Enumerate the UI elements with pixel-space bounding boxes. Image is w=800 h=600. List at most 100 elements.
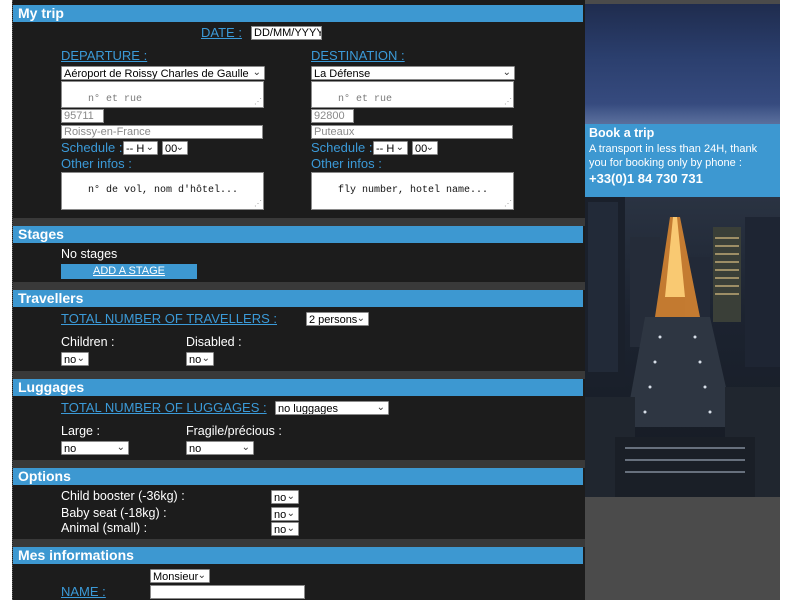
option-animal-label: Animal (small) : xyxy=(61,521,148,535)
destination-city-input[interactable]: Puteaux xyxy=(311,125,513,139)
section-separator xyxy=(13,371,585,379)
city-skyline-image xyxy=(585,4,780,124)
name-input[interactable] xyxy=(150,585,305,599)
disabled-select[interactable]: no ⌄ xyxy=(186,352,214,366)
option-child-booster-select[interactable]: no ⌄ xyxy=(271,490,299,504)
civility-select[interactable]: Monsieur ⌄ xyxy=(150,569,210,583)
date-input[interactable]: DD/MM/YYYY xyxy=(251,26,322,40)
fragile-value: no xyxy=(189,443,202,455)
large-label: Large : xyxy=(61,424,100,438)
destination-zip-input[interactable]: 92800 xyxy=(311,109,354,123)
option-child-booster-value: no xyxy=(274,492,287,504)
section-separator xyxy=(13,218,585,226)
no-stages-text: No stages xyxy=(61,247,118,261)
section-separator xyxy=(13,539,585,547)
departure-location-select[interactable]: Aéroport de Roissy Charles de Gaulle ⌄ xyxy=(61,66,265,80)
chevron-down-icon: ⌄ xyxy=(145,142,154,153)
chevron-down-icon: ⌄ xyxy=(356,313,365,324)
departure-schedule-label: Schedule : xyxy=(61,140,123,155)
chevron-down-icon: ⌄ xyxy=(197,570,206,581)
resize-grip-icon[interactable]: ⋰ xyxy=(504,201,512,209)
option-animal-value: no xyxy=(274,524,287,536)
option-baby-seat-select[interactable]: no ⌄ xyxy=(271,507,299,521)
section-header-my-information: Mes informations xyxy=(13,547,583,564)
departure-hour-select[interactable]: -- H ⌄ xyxy=(123,141,158,155)
resize-grip-icon[interactable]: ⋰ xyxy=(254,99,262,107)
destination-other-input[interactable]: fly number, hotel name... ⋰ xyxy=(311,172,514,210)
departure-other-placeholder: n° de vol, nom d'hôtel... xyxy=(88,185,239,196)
section-separator xyxy=(13,282,585,290)
disabled-label: Disabled : xyxy=(186,335,242,349)
destination-address-input[interactable]: n° et rue ⋰ xyxy=(311,81,514,108)
destination-other-placeholder: fly number, hotel name... xyxy=(338,185,489,196)
destination-minute-select[interactable]: 00 ⌄ xyxy=(412,141,438,155)
chevron-down-icon: ⌄ xyxy=(201,353,210,364)
sidebar-footer xyxy=(585,497,780,600)
chevron-down-icon: ⌄ xyxy=(502,67,511,78)
destination-hour-value: -- H xyxy=(376,143,395,155)
chevron-down-icon: ⌄ xyxy=(241,442,250,453)
destination-label[interactable]: DESTINATION : xyxy=(311,48,405,63)
booking-form: My trip DATE : DD/MM/YYYY DEPARTURE : DE… xyxy=(12,0,585,600)
destination-address-placeholder: n° et rue xyxy=(338,94,393,105)
large-select[interactable]: no ⌄ xyxy=(61,441,129,455)
total-luggages-label[interactable]: TOTAL NUMBER OF LUGGAGES : xyxy=(61,400,267,415)
destination-other-label: Other infos : xyxy=(311,156,382,171)
option-baby-seat-label: Baby seat (-18kg) : xyxy=(61,506,167,520)
departure-city-input[interactable]: Roissy-en-France xyxy=(61,125,263,139)
destination-schedule-label: Schedule : xyxy=(311,140,373,155)
destination-hour-select[interactable]: -- H ⌄ xyxy=(373,141,408,155)
section-header-luggages: Luggages xyxy=(13,379,583,396)
chevron-down-icon: ⌄ xyxy=(286,491,295,502)
disabled-value: no xyxy=(189,354,202,366)
total-luggages-select[interactable]: no luggages ⌄ xyxy=(275,401,389,415)
departure-location-value: Aéroport de Roissy Charles de Gaulle xyxy=(64,68,249,80)
city-night-illustration xyxy=(585,197,780,497)
departure-other-label: Other infos : xyxy=(61,156,132,171)
chevron-down-icon: ⌄ xyxy=(425,142,434,153)
destination-location-value: La Défense xyxy=(314,68,371,80)
departure-hour-value: -- H xyxy=(126,143,145,155)
section-header-stages: Stages xyxy=(13,226,583,243)
option-child-booster-label: Child booster (-36kg) : xyxy=(61,489,185,503)
chevron-down-icon: ⌄ xyxy=(395,142,404,153)
section-separator xyxy=(13,460,585,468)
section-header-options: Options xyxy=(13,468,583,485)
departure-address-input[interactable]: n° et rue ⋰ xyxy=(61,81,264,108)
total-luggages-value: no luggages xyxy=(278,403,338,415)
chevron-down-icon: ⌄ xyxy=(175,142,184,153)
name-label[interactable]: NAME : xyxy=(61,584,106,599)
resize-grip-icon[interactable]: ⋰ xyxy=(504,99,512,107)
date-label[interactable]: DATE : xyxy=(201,25,242,40)
chevron-down-icon: ⌄ xyxy=(116,442,125,453)
option-animal-select[interactable]: no ⌄ xyxy=(271,522,299,536)
children-label: Children : xyxy=(61,335,115,349)
total-travellers-select[interactable]: 2 persons ⌄ xyxy=(306,312,369,326)
chevron-down-icon: ⌄ xyxy=(252,67,261,78)
departure-address-placeholder: n° et rue xyxy=(88,94,143,105)
children-select[interactable]: no ⌄ xyxy=(61,352,89,366)
chevron-down-icon: ⌄ xyxy=(286,523,295,534)
book-text: A transport in less than 24H, thank you … xyxy=(589,143,758,169)
chevron-down-icon: ⌄ xyxy=(76,353,85,364)
add-stage-button[interactable]: ADD A STAGE xyxy=(61,264,197,279)
book-a-trip-panel: Book a trip A transport in less than 24H… xyxy=(585,124,780,197)
departure-label[interactable]: DEPARTURE : xyxy=(61,48,147,63)
fragile-label: Fragile/précious : xyxy=(186,424,282,438)
chevron-down-icon: ⌄ xyxy=(376,402,385,413)
departure-zip-input[interactable]: 95711 xyxy=(61,109,104,123)
children-value: no xyxy=(64,354,77,366)
total-travellers-label[interactable]: TOTAL NUMBER OF TRAVELLERS : xyxy=(61,311,277,326)
resize-grip-icon[interactable]: ⋰ xyxy=(254,201,262,209)
departure-minute-select[interactable]: 00 ⌄ xyxy=(162,141,188,155)
section-header-travellers: Travellers xyxy=(13,290,583,307)
book-title: Book a trip xyxy=(589,126,655,140)
chevron-down-icon: ⌄ xyxy=(286,508,295,519)
civility-value: Monsieur xyxy=(153,571,199,583)
fragile-select[interactable]: no ⌄ xyxy=(186,441,254,455)
la-defense-night-photo xyxy=(585,197,780,497)
destination-location-select[interactable]: La Défense ⌄ xyxy=(311,66,515,80)
departure-other-input[interactable]: n° de vol, nom d'hôtel... ⋰ xyxy=(61,172,264,210)
sidebar: Book a trip A transport in less than 24H… xyxy=(585,0,780,600)
total-travellers-value: 2 persons xyxy=(309,314,358,326)
